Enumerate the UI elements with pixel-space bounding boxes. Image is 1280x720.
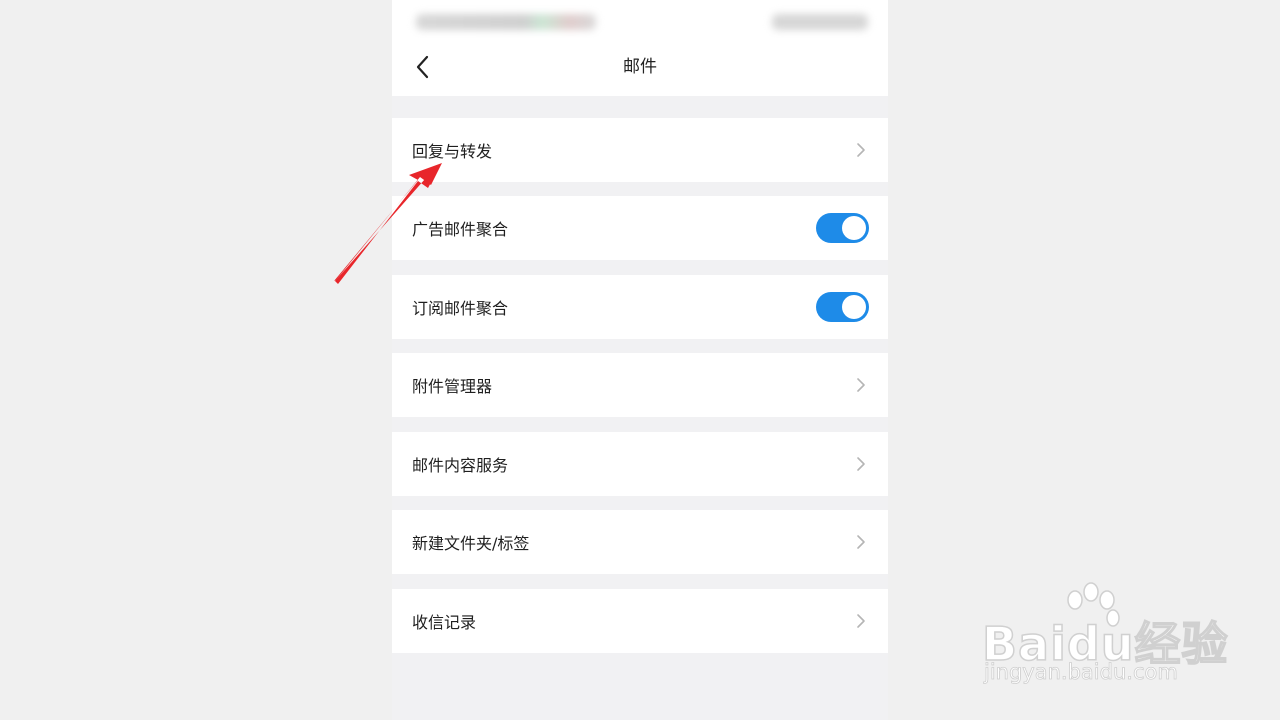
toggle-knob (842, 216, 866, 240)
settings-row-label: 邮件内容服务 (412, 456, 509, 475)
chevron-right-icon (856, 534, 866, 550)
settings-row-subscription-mail-aggregation: 订阅邮件聚合 (392, 275, 888, 339)
settings-row-label: 广告邮件聚合 (412, 220, 509, 239)
navigation-bar: 邮件 (392, 38, 888, 96)
settings-row-label: 订阅邮件聚合 (412, 299, 509, 318)
chevron-right-icon (856, 142, 866, 158)
settings-row-receive-log[interactable]: 收信记录 (392, 589, 888, 653)
settings-row-label: 新建文件夹/标签 (412, 534, 530, 553)
chevron-right-icon (856, 456, 866, 472)
status-bar-blurred-right (772, 14, 868, 30)
screen: 邮件 回复与转发 广告邮件聚合 订阅邮件聚合 附件管理器 邮件内容服务 新建文件… (0, 0, 1280, 720)
settings-row-attachment-manager[interactable]: 附件管理器 (392, 353, 888, 417)
status-bar-blurred-left (416, 14, 596, 30)
watermark-url: jingyan.baidu.com (984, 660, 1179, 685)
chevron-right-icon (856, 613, 866, 629)
settings-row-mail-content-service[interactable]: 邮件内容服务 (392, 432, 888, 496)
settings-row-label: 收信记录 (412, 613, 477, 632)
chevron-right-icon (856, 377, 866, 393)
ad-mail-aggregation-toggle[interactable] (816, 213, 869, 243)
settings-row-label: 附件管理器 (412, 377, 493, 396)
mail-settings-screen: 邮件 回复与转发 广告邮件聚合 订阅邮件聚合 附件管理器 邮件内容服务 新建文件… (392, 0, 888, 720)
settings-row-label: 回复与转发 (412, 142, 493, 161)
settings-row-reply-forward[interactable]: 回复与转发 (392, 118, 888, 182)
page-title: 邮件 (623, 57, 657, 77)
subscription-mail-aggregation-toggle[interactable] (816, 292, 869, 322)
settings-row-ad-mail-aggregation: 广告邮件聚合 (392, 196, 888, 260)
settings-row-new-folder-label[interactable]: 新建文件夹/标签 (392, 510, 888, 574)
toggle-knob (842, 295, 866, 319)
